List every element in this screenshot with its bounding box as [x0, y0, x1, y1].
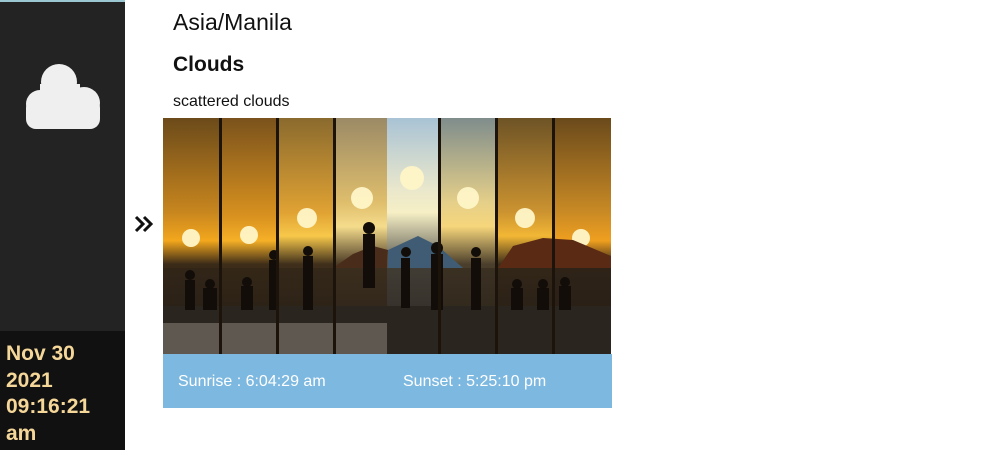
weather-condition: Clouds: [173, 53, 245, 76]
date-year: 2021: [6, 368, 53, 392]
date-month-day: Nov 30: [6, 342, 75, 365]
cloud-icon: [24, 60, 102, 132]
weather-description: scattered clouds: [173, 93, 290, 110]
sun-times-bar: Sunrise : 6:04:29 am Sunset : 5:25:10 pm: [163, 354, 612, 408]
panel-divider: [552, 118, 555, 354]
panel-divider: [219, 118, 222, 354]
date-time-display: Nov 30 2021 09:16:21 am: [0, 331, 125, 450]
sidebar-accent-line: [0, 0, 125, 2]
sunrise-time: Sunrise : 6:04:29 am: [178, 373, 326, 390]
location-title: Asia/Manila: [173, 9, 292, 35]
panel-divider: [495, 118, 498, 354]
sidebar: Nov 30 2021 09:16:21 am: [0, 0, 125, 450]
time-meridiem: am: [6, 421, 37, 445]
sunset-time: Sunset : 5:25:10 pm: [403, 373, 547, 390]
panel-divider: [333, 118, 336, 354]
panel-divider: [276, 118, 279, 354]
sunset-photo: [163, 118, 611, 354]
time-clock: 09:16:21: [6, 395, 91, 418]
panel-divider: [438, 118, 441, 354]
double-chevron-right-icon[interactable]: [133, 213, 155, 235]
